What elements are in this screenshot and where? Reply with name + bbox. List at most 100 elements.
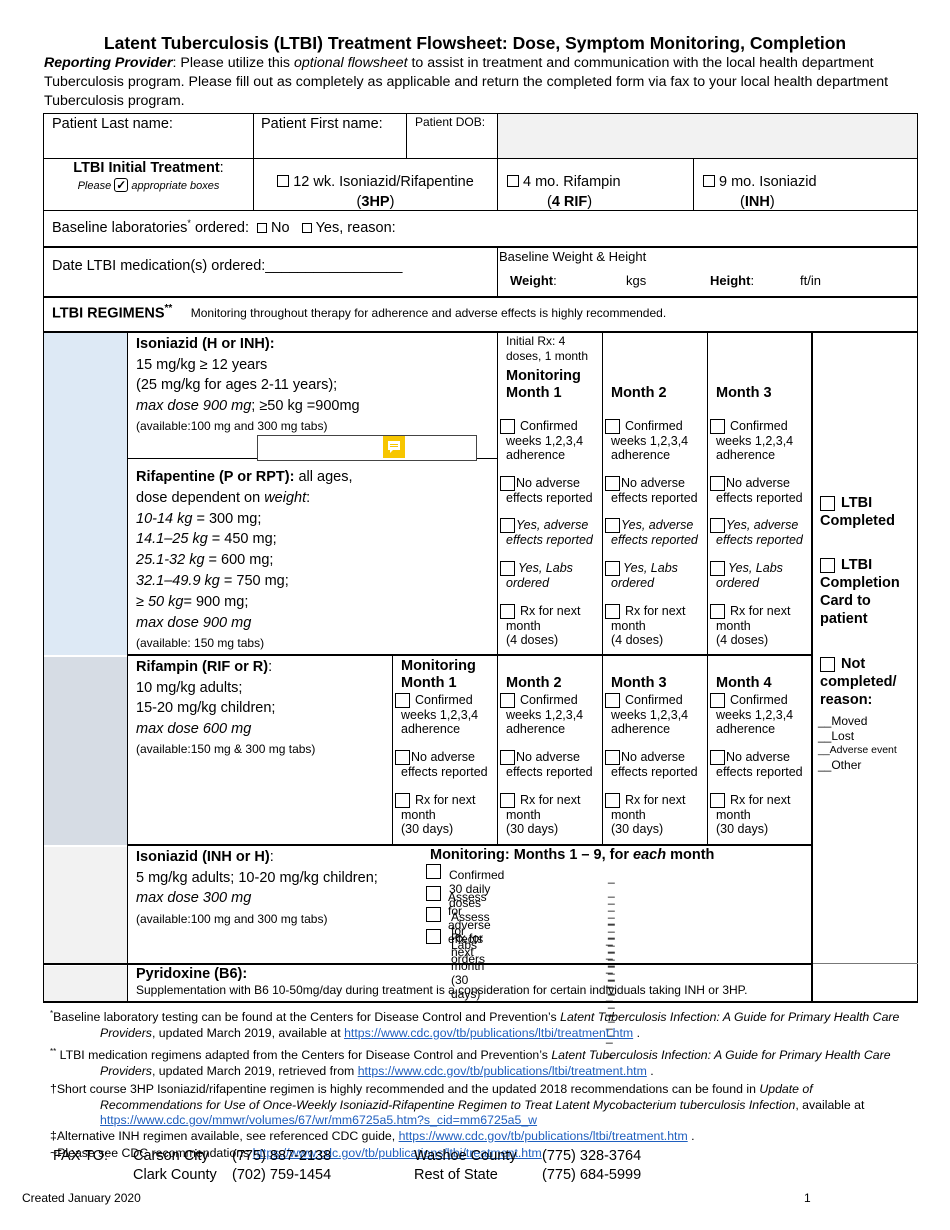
footnote-2-link[interactable]: https://www.cdc.gov/tb/publications/ltbi…	[358, 1064, 647, 1078]
inh-labs-checkbox[interactable]	[426, 907, 441, 922]
hp-month-2-yes-adverse-checkbox[interactable]	[605, 518, 620, 533]
hp-month-1-rx[interactable]: Rx for next month (4 doses)	[500, 604, 600, 648]
hp-month-2-confirmed-text: Confirmed	[625, 419, 683, 433]
baseline-labs-reason-field[interactable]	[430, 214, 910, 242]
hp-month-2-no-adverse-checkbox[interactable]	[605, 476, 620, 491]
completion-card-option[interactable]: LTBI Completion Card to patient	[820, 556, 900, 628]
comment-annotation-box[interactable]	[257, 435, 477, 461]
rif-month-3-no-adverse[interactable]: No adverse effects reported	[605, 750, 705, 779]
option-4rif[interactable]: 4 mo. Rifampin (4 RIF)	[507, 172, 687, 212]
hp-month-2-labs-checkbox[interactable]	[605, 561, 620, 576]
rif-month-2-no-adverse[interactable]: No adverse effects reported	[500, 750, 600, 779]
hp-month-3-yes-adverse-checkbox[interactable]	[710, 518, 725, 533]
rif-month-2-rx-checkbox[interactable]	[500, 793, 515, 808]
rif-month-4-confirmed[interactable]: Confirmed weeks 1,2,3,4 adherence	[710, 693, 810, 737]
hp-month-1-confirmed-checkbox[interactable]	[500, 419, 515, 434]
rif-month-4-rx[interactable]: Rx for next month (30 days)	[710, 793, 810, 837]
rif-month-4-confirmed-checkbox[interactable]	[710, 693, 725, 708]
rif-month-3-confirmed-checkbox[interactable]	[605, 693, 620, 708]
baseline-labs-yes-checkbox[interactable]	[301, 222, 312, 233]
patient-last-name-field[interactable]	[44, 135, 253, 157]
rif-month-1-rx[interactable]: Rx for next month (30 days)	[395, 793, 495, 837]
weight-field[interactable]: Weight:	[510, 273, 557, 288]
hp-month-3-labs[interactable]: Yes, Labs ordered	[710, 561, 810, 590]
rif-month-4-no-adverse[interactable]: No adverse effects reported	[710, 750, 810, 779]
rif-month-3-rx[interactable]: Rx for next month (30 days)	[605, 793, 705, 837]
completion-card-checkbox[interactable]	[820, 557, 835, 573]
option-3hp[interactable]: 12 wk. Isoniazid/Rifapentine (3HP)	[254, 172, 497, 212]
date-ordered-field[interactable]: Date LTBI medication(s) ordered:________…	[52, 258, 402, 274]
rif-month-2-rx[interactable]: Rx for next month (30 days)	[500, 793, 600, 837]
hp-month-2-labs[interactable]: Yes, Labs ordered	[605, 561, 705, 590]
reason-lost[interactable]: __Lost	[818, 729, 897, 744]
rif-month-2-confirmed[interactable]: Confirmed weeks 1,2,3,4 adherence	[500, 693, 600, 737]
hp-month-3-rx-checkbox[interactable]	[710, 604, 725, 619]
checkbox-4rif[interactable]	[507, 175, 519, 187]
rif-month-2-no-adverse-checkbox[interactable]	[500, 750, 515, 765]
reason-moved[interactable]: __Moved	[818, 714, 897, 729]
baseline-labs-no-checkbox[interactable]	[257, 222, 268, 233]
rif-month-3-confirmed[interactable]: Confirmed weeks 1,2,3,4 adherence	[605, 693, 705, 737]
inh-rx-checkbox[interactable]	[426, 928, 441, 944]
rif-month-4-no-adverse-checkbox[interactable]	[710, 750, 725, 765]
height-field[interactable]: Height:	[710, 273, 754, 288]
rif-month-1-rx-checkbox[interactable]	[395, 793, 410, 808]
comment-icon[interactable]	[383, 436, 405, 458]
initial-rx-note: Initial Rx: 4 doses, 1 month	[506, 334, 589, 363]
hp-month-1-rx-checkbox[interactable]	[500, 604, 515, 619]
footnote-4-link[interactable]: https://www.cdc.gov/tb/publications/ltbi…	[399, 1129, 688, 1143]
inh-confirmed-checkbox[interactable]	[426, 864, 441, 879]
rif-month-4-rx-checkbox[interactable]	[710, 793, 725, 808]
hp-month-3-confirmed-checkbox[interactable]	[710, 419, 725, 434]
hp-month-3-rx[interactable]: Rx for next month (4 doses)	[710, 604, 810, 648]
hp-month-1-no-adverse[interactable]: No adverse effects reported	[500, 476, 600, 505]
hp-month-1-labs-checkbox[interactable]	[500, 561, 515, 576]
hp-month-2-confirmed-checkbox[interactable]	[605, 419, 620, 434]
hp-month-3-confirmed[interactable]: Confirmed weeks 1,2,3,4 adherence	[710, 419, 810, 463]
footnote-1-link[interactable]: https://www.cdc.gov/tb/publications/ltbi…	[344, 1026, 633, 1040]
checkbox-inh[interactable]	[703, 175, 715, 187]
ltbi-completed-option[interactable]: LTBI Completed	[820, 494, 895, 530]
rif-month-2-confirmed-checkbox[interactable]	[500, 693, 515, 708]
rif-month-1-confirmed-checkbox[interactable]	[395, 693, 410, 708]
hp-month-1-yes-adverse-checkbox[interactable]	[500, 518, 515, 533]
hp-month-3-no-adverse[interactable]: No adverse effects reported	[710, 476, 810, 505]
footnotes: *Baseline laboratory testing can be foun…	[50, 1006, 920, 1162]
hp-month-3-yes-adverse[interactable]: Yes, adverse effects reported	[710, 518, 810, 547]
hp-month-3-yes-adverse-text: effects reported	[716, 532, 803, 547]
reason-adverse[interactable]: __Adverse event	[818, 743, 897, 758]
hp-month-2-confirmed[interactable]: Confirmed weeks 1,2,3,4 adherence	[605, 419, 705, 463]
hp-month-2-rx-checkbox[interactable]	[605, 604, 620, 619]
option-inh[interactable]: 9 mo. Isoniazid (INH)	[703, 172, 903, 212]
rif-month-1-no-adverse-checkbox[interactable]	[395, 750, 410, 765]
hp-month-2-no-adverse[interactable]: No adverse effects reported	[605, 476, 705, 505]
not-completed-option[interactable]: Not completed/ reason:	[820, 655, 897, 709]
patient-first-name-field[interactable]	[254, 135, 406, 157]
ltbi-completed-checkbox[interactable]	[820, 495, 835, 511]
rif-month-3-confirmed-text: adherence	[611, 722, 671, 736]
hp-month-2-yes-adverse[interactable]: Yes, adverse effects reported	[605, 518, 705, 547]
checkbox-3hp[interactable]	[277, 175, 290, 187]
hp-month-1: Monitoring Month 1	[506, 368, 581, 401]
rif-month-4-confirmed-text: weeks 1,2,3,4	[716, 707, 794, 722]
rif-month-3-rx-checkbox[interactable]	[605, 793, 620, 808]
hp-month-3-labs-checkbox[interactable]	[710, 561, 725, 576]
hp-month-1-labs[interactable]: Yes, Labs ordered	[500, 561, 600, 590]
hp-month-1-rx-text: (4 doses)	[506, 633, 559, 647]
hp-month-1-no-adverse-checkbox[interactable]	[500, 476, 515, 491]
hp-month-3-no-adverse-checkbox[interactable]	[710, 476, 725, 491]
inh-adverse-checkbox[interactable]	[426, 885, 441, 901]
rif-month-1-no-adverse-text: No adverse	[411, 750, 475, 764]
hp-month-2-rx[interactable]: Rx for next month (4 doses)	[605, 604, 705, 648]
rif-month-1-no-adverse[interactable]: No adverse effects reported	[395, 750, 495, 779]
rif-month-1-confirmed[interactable]: Confirmed weeks 1,2,3,4 adherence	[395, 693, 495, 737]
baseline-wh-title: Baseline Weight & Height	[499, 249, 647, 264]
patient-dob-shaded-field[interactable]	[498, 114, 917, 158]
rif-month-3-no-adverse-checkbox[interactable]	[605, 750, 620, 765]
not-completed-checkbox[interactable]	[820, 656, 835, 672]
rif-month-1-rx-text: Rx for next	[415, 793, 476, 807]
hp-month-1-yes-adverse[interactable]: Yes, adverse effects reported	[500, 518, 600, 547]
reason-other[interactable]: __Other	[818, 758, 897, 773]
hp-month-1-confirmed[interactable]: Confirmed weeks 1,2,3,4 adherence	[500, 419, 600, 463]
footnote-3-link[interactable]: https://www.cdc.gov/mmwr/volumes/67/wr/m…	[100, 1113, 537, 1127]
